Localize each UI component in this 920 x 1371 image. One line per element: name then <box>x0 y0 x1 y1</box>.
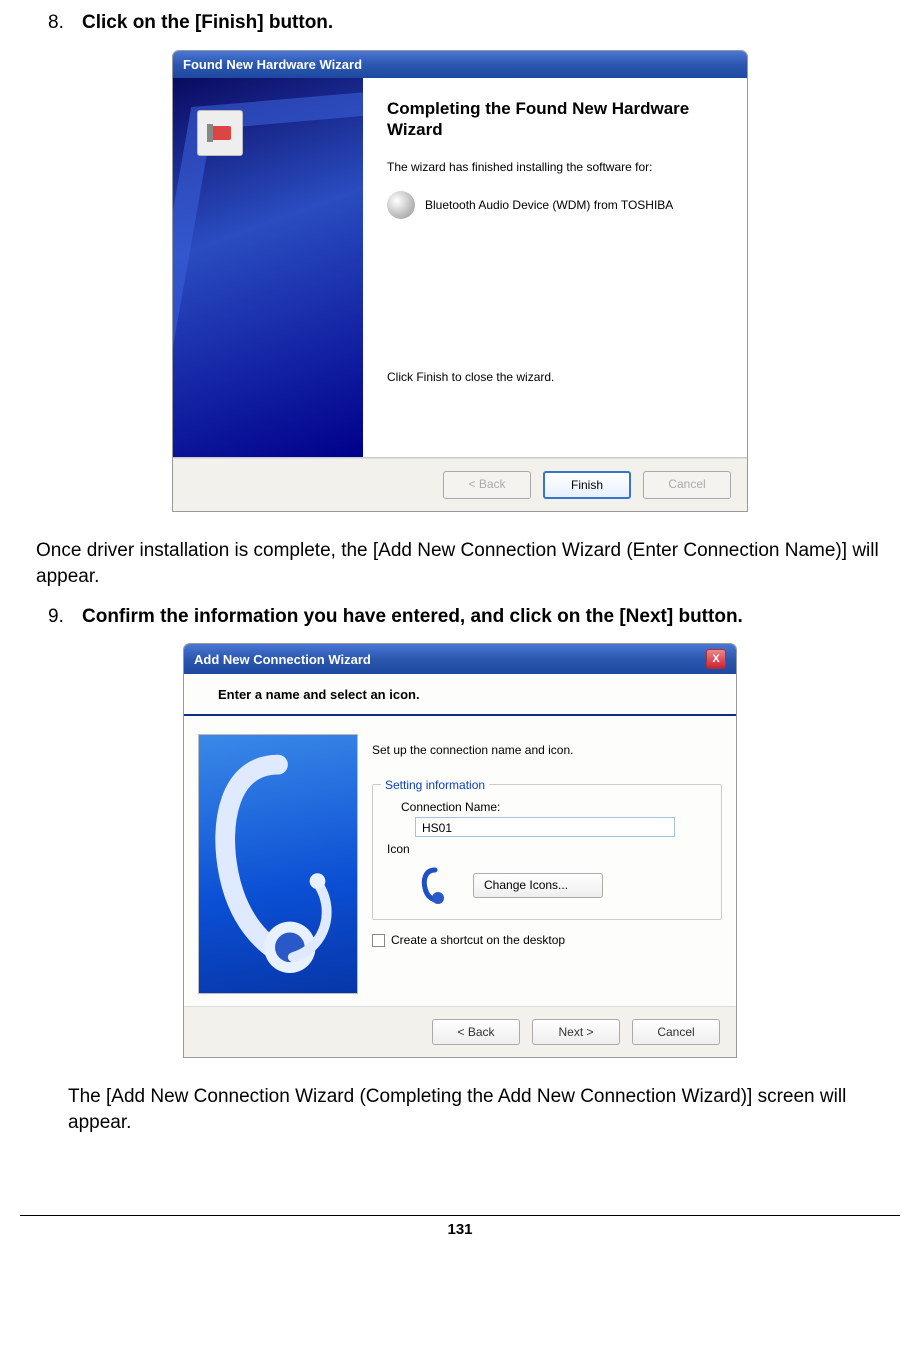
shortcut-row: Create a shortcut on the desktop <box>372 932 722 948</box>
screenshot-add-new-connection: Add New Connection Wizard X Enter a name… <box>20 643 900 1058</box>
footer-rule <box>20 1215 900 1216</box>
wizard-buttons: < Back Finish Cancel <box>173 458 747 511</box>
setting-information-group: Setting information Connection Name: HS0… <box>372 784 722 920</box>
icon-row: Change Icons... <box>415 865 707 905</box>
wizard-side-graphic <box>173 78 363 457</box>
finish-button[interactable]: Finish <box>543 471 631 499</box>
document-page: 8. Click on the [Finish] button. Found N… <box>20 0 900 1241</box>
page-number: 131 <box>20 1220 900 1240</box>
window-title: Found New Hardware Wizard <box>183 56 362 74</box>
change-icons-button[interactable]: Change Icons... <box>473 873 603 897</box>
back-button[interactable]: < Back <box>443 471 531 499</box>
next-button[interactable]: Next > <box>532 1019 620 1045</box>
wizard-main: Set up the connection name and icon. Set… <box>372 734 736 994</box>
step-number: 8. <box>48 10 72 36</box>
wizard-buttons: < Back Next > Cancel <box>184 1006 736 1057</box>
wizard-body: Set up the connection name and icon. Set… <box>184 716 736 1006</box>
shortcut-checkbox[interactable] <box>372 934 385 947</box>
paragraph: Once driver installation is complete, th… <box>36 538 900 589</box>
wizard-subtext: The wizard has finished installing the s… <box>387 159 723 175</box>
wizard-side-graphic <box>198 734 358 994</box>
group-legend: Setting information <box>381 777 489 793</box>
step-number: 9. <box>48 604 72 630</box>
titlebar: Add New Connection Wizard X <box>184 644 736 674</box>
shortcut-label: Create a shortcut on the desktop <box>391 932 565 948</box>
back-button[interactable]: < Back <box>432 1019 520 1045</box>
cancel-button[interactable]: Cancel <box>632 1019 720 1045</box>
found-new-hardware-window: Found New Hardware Wizard Completing the… <box>172 50 748 513</box>
screenshot-found-new-hardware: Found New Hardware Wizard Completing the… <box>20 50 900 513</box>
wizard-heading: Completing the Found New Hardware Wizard <box>387 98 723 141</box>
titlebar: Found New Hardware Wizard <box>173 51 747 79</box>
device-label: Bluetooth Audio Device (WDM) from TOSHIB… <box>425 197 673 213</box>
wizard-body: Completing the Found New Hardware Wizard… <box>173 78 747 458</box>
speaker-icon <box>387 191 415 219</box>
device-row: Bluetooth Audio Device (WDM) from TOSHIB… <box>387 191 723 219</box>
connection-name-input[interactable]: HS01 <box>415 817 675 837</box>
wizard-header: Enter a name and select an icon. <box>184 674 736 716</box>
step-text: Confirm the information you have entered… <box>82 604 743 630</box>
header-text: Enter a name and select an icon. <box>218 686 714 704</box>
add-new-connection-window: Add New Connection Wizard X Enter a name… <box>183 643 737 1058</box>
cancel-button[interactable]: Cancel <box>643 471 731 499</box>
step-8: 8. Click on the [Finish] button. <box>48 10 900 36</box>
paragraph: The [Add New Connection Wizard (Completi… <box>68 1084 900 1135</box>
close-icon[interactable]: X <box>706 649 726 669</box>
connection-name-label: Connection Name: <box>401 799 707 815</box>
window-title: Add New Connection Wizard <box>194 651 371 669</box>
step-9: 9. Confirm the information you have ente… <box>48 604 900 630</box>
close-hint: Click Finish to close the wizard. <box>387 369 723 385</box>
icon-label: Icon <box>387 841 707 857</box>
hint-text: Set up the connection name and icon. <box>372 742 722 758</box>
wizard-main: Completing the Found New Hardware Wizard… <box>363 78 747 457</box>
icon-preview <box>415 865 455 905</box>
step-text: Click on the [Finish] button. <box>82 10 333 36</box>
hardware-icon <box>197 110 243 156</box>
